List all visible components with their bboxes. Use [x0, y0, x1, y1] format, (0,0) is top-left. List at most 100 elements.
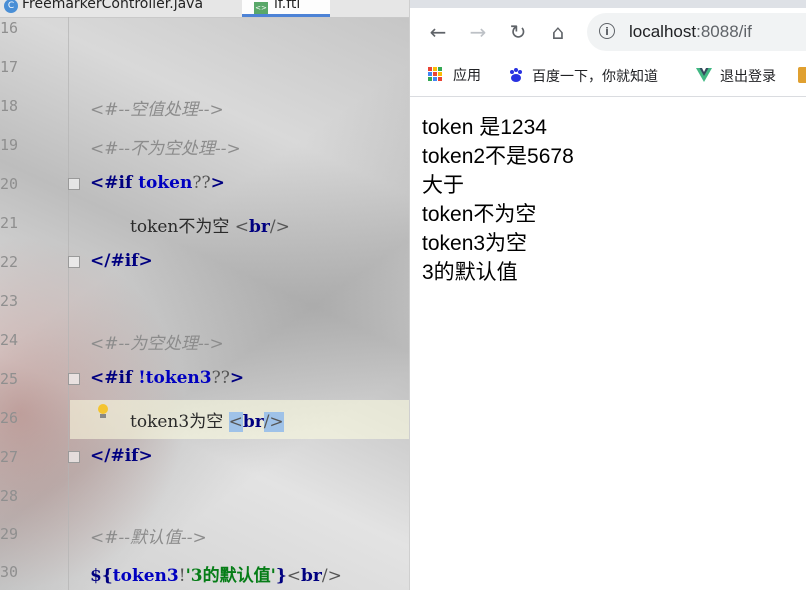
- variable-name: token3: [112, 566, 179, 586]
- fold-toggle[interactable]: [68, 451, 80, 463]
- code-line[interactable]: 16: [0, 10, 409, 49]
- url-text[interactable]: localhost:8088/if: [629, 22, 752, 42]
- fold-toggle[interactable]: [68, 256, 80, 268]
- variable-name: token: [138, 173, 193, 193]
- code-line[interactable]: 27 </#if>: [0, 439, 409, 478]
- line-number: 21: [0, 214, 19, 232]
- if-directive: <#if token??>: [90, 173, 225, 193]
- code-line-current[interactable]: 26 token3为空 <br/>: [0, 400, 409, 439]
- output-line: token2不是5678: [422, 145, 574, 168]
- tag-bracket-matched: />: [263, 412, 284, 432]
- line-number: 30: [0, 563, 19, 581]
- vue-logo-icon: [696, 68, 712, 82]
- output-line: 大于: [422, 174, 464, 197]
- code-line[interactable]: 28: [0, 478, 409, 517]
- code-line[interactable]: 24 <#--为空处理-->: [0, 322, 409, 361]
- code-text: token不为空 <br/>: [130, 212, 290, 237]
- directive-end: </#if>: [90, 251, 153, 271]
- home-button[interactable]: ⌂: [546, 20, 570, 44]
- comment-text: <#--默认值-->: [90, 528, 207, 548]
- code-text: token3为空 <br/>: [130, 407, 284, 432]
- output-line: 3的默认值: [422, 261, 518, 284]
- interp-open: ${: [90, 566, 113, 586]
- line-number: 16: [0, 19, 19, 37]
- line-number: 23: [0, 292, 19, 310]
- line-number: 20: [0, 175, 19, 193]
- bookmark-apps[interactable]: 应用: [428, 65, 481, 85]
- html-tag: br: [242, 412, 264, 432]
- line-number: 24: [0, 331, 19, 349]
- if-directive: <#if !token3??>: [90, 368, 244, 388]
- browser-window: ← → ↻ ⌂ i localhost:8088/if 应用 百度一下，你就知道: [409, 0, 806, 590]
- line-number: 17: [0, 58, 19, 76]
- bookmark-overflow[interactable]: [798, 65, 806, 85]
- fold-toggle[interactable]: [68, 178, 80, 190]
- code-line[interactable]: 17: [0, 49, 409, 88]
- directive-close: >: [229, 368, 245, 388]
- code-editor[interactable]: C FreemarkerController.java <> if.ftl 16 1…: [0, 0, 409, 590]
- code-line[interactable]: 19 <#--不为空处理-->: [0, 127, 409, 166]
- line-number: 26: [0, 409, 19, 427]
- directive-open: <#if: [90, 368, 139, 388]
- tag-bracket: <: [286, 566, 302, 586]
- tag-bracket: />: [269, 217, 290, 237]
- reload-button[interactable]: ↻: [506, 20, 530, 44]
- lightbulb-icon[interactable]: [98, 404, 108, 418]
- bookmark-logout[interactable]: 退出登录: [696, 65, 776, 85]
- code-line[interactable]: 23: [0, 283, 409, 322]
- output-line: token 是1234: [422, 116, 547, 139]
- bookmark-label: 退出登录: [720, 69, 776, 85]
- html-tag: br: [249, 217, 270, 237]
- code-line[interactable]: 20 <#if token??>: [0, 166, 409, 205]
- variable-name: !token3: [138, 368, 212, 388]
- code-line[interactable]: 29 <#--默认值-->: [0, 516, 409, 555]
- code-line[interactable]: 25 <#if !token3??>: [0, 361, 409, 400]
- interp-close: }: [275, 566, 287, 586]
- line-number: 27: [0, 448, 19, 466]
- code-line[interactable]: 30 ${token3!'3的默认值'}<br/>: [0, 554, 409, 590]
- comment-text: <#--不为空处理-->: [90, 139, 241, 159]
- address-bar[interactable]: i localhost:8088/if: [587, 13, 806, 51]
- page-content: token 是1234 token2不是5678 大于 token不为空 tok…: [410, 97, 806, 590]
- operator: ??: [192, 173, 211, 193]
- tag-bracket-matched: <: [228, 412, 243, 432]
- tag-bracket: <: [234, 217, 250, 237]
- bookmark-label: 应用: [453, 68, 481, 84]
- code-line[interactable]: 22 </#if>: [0, 244, 409, 283]
- code-line[interactable]: 21 token不为空 <br/>: [0, 205, 409, 244]
- forward-button[interactable]: →: [466, 20, 490, 44]
- fold-toggle[interactable]: [68, 373, 80, 385]
- output-line: token3为空: [422, 232, 528, 255]
- plain-text: token3为空: [130, 412, 229, 432]
- bookmark-label: 百度一下，你就知道: [532, 69, 658, 85]
- line-number: 22: [0, 253, 19, 271]
- browser-tab-strip: [410, 0, 806, 8]
- line-number: 18: [0, 97, 19, 115]
- directive-open: <#if: [90, 173, 139, 193]
- output-line: token不为空: [422, 203, 537, 226]
- default-string: '3的默认值': [185, 566, 276, 586]
- site-info-icon[interactable]: i: [599, 23, 615, 39]
- html-tag: br: [301, 566, 322, 586]
- comment-text: <#--空值处理-->: [90, 100, 224, 120]
- line-number: 25: [0, 370, 19, 388]
- back-button[interactable]: ←: [426, 20, 450, 44]
- directive-close: >: [210, 173, 225, 193]
- apps-grid-icon: [428, 67, 443, 82]
- directive-end: </#if>: [90, 446, 153, 466]
- plain-text: token不为空: [130, 217, 235, 237]
- bookmark-favicon-icon: [798, 67, 806, 83]
- browser-toolbar: ← → ↻ ⌂ i localhost:8088/if: [410, 8, 806, 58]
- line-number: 19: [0, 136, 19, 154]
- interpolation: ${token3!'3的默认值'}<br/>: [90, 561, 342, 586]
- url-host: localhost: [629, 22, 697, 41]
- comment-text: <#--为空处理-->: [90, 334, 224, 354]
- operator: ??: [211, 368, 230, 388]
- line-number: 28: [0, 487, 19, 505]
- bookmark-baidu[interactable]: 百度一下，你就知道: [508, 65, 658, 85]
- url-path: :8088/if: [696, 22, 752, 41]
- operator: !: [178, 566, 186, 586]
- baidu-paw-icon: [510, 68, 522, 82]
- code-line[interactable]: 18 <#--空值处理-->: [0, 88, 409, 127]
- tag-bracket: />: [321, 566, 342, 586]
